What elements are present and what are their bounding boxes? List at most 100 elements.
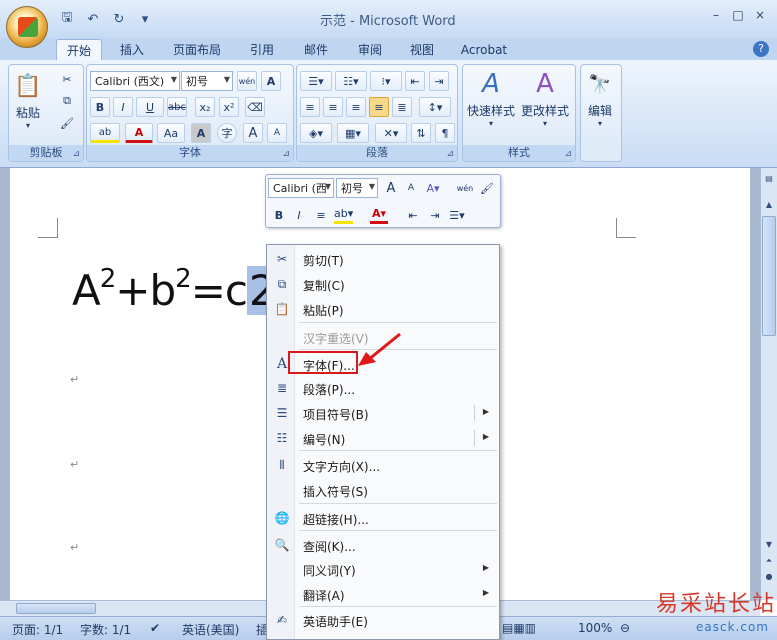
subscript-button[interactable]: x₂ [195, 97, 215, 117]
multilevel-list-icon[interactable]: ⁝▾ [370, 71, 402, 91]
cut-icon[interactable]: ✂ [57, 69, 77, 89]
font-launcher-icon[interactable]: ⊿ [282, 149, 290, 159]
redo-icon[interactable]: ↻ [108, 9, 130, 29]
italic-button[interactable]: I [113, 97, 133, 117]
mini-font-size-combo[interactable]: 初号 ▼ [336, 178, 378, 198]
minimize-button[interactable]: – [705, 6, 727, 24]
tab-insert[interactable]: 插入 [110, 39, 154, 60]
menu-item-text-direction[interactable]: ⦀ 文字方向(X)... [269, 453, 497, 477]
change-case-button[interactable]: Aa [157, 123, 185, 143]
character-shading-button[interactable]: A [191, 123, 211, 143]
shading-icon[interactable]: ◈▾ [300, 123, 332, 143]
font-color-button[interactable]: A [125, 123, 153, 143]
menu-item-paste[interactable]: 📋 粘贴(P) [269, 297, 497, 321]
formula-text[interactable]: A2+b2=c2 [72, 264, 277, 315]
menu-item-translate[interactable]: 翻译(A) ▶ [269, 582, 497, 606]
highlight-button[interactable]: ab [90, 123, 120, 143]
menu-item-numbering[interactable]: ☷ 编号(N) ▶ [269, 426, 497, 450]
menu-item-synonyms[interactable]: 同义词(Y) ▶ [269, 557, 497, 581]
menu-item-hyperlink[interactable]: 🌐 超链接(H)... [269, 506, 497, 530]
menu-item-paragraph[interactable]: ≣ 段落(P)... [269, 376, 497, 400]
sort-icon[interactable]: ⇅ [411, 123, 431, 143]
mini-highlight-icon[interactable]: ab▾ [334, 206, 354, 224]
increase-indent-icon[interactable]: ⇥ [429, 71, 449, 91]
tab-acrobat[interactable]: Acrobat [454, 39, 514, 60]
numbering-icon[interactable]: ☷▾ [335, 71, 367, 91]
menu-item-copy[interactable]: ⧉ 复制(C) [269, 272, 497, 296]
menu-item-cut[interactable]: ✂ 剪切(T) [269, 247, 497, 271]
justify-icon[interactable]: ≡ [369, 97, 389, 117]
mini-center-icon[interactable]: ≡ [312, 206, 330, 224]
mini-increase-indent-icon[interactable]: ⇥ [426, 206, 444, 224]
status-zoom[interactable]: 100% [578, 621, 612, 635]
quick-styles-button[interactable]: A 快速样式 ▾ [467, 69, 515, 128]
help-icon[interactable]: ? [753, 41, 769, 57]
enclose-characters-button[interactable]: 字 [217, 123, 237, 143]
shrink-font-button[interactable]: A [267, 123, 287, 143]
close-button[interactable]: × [749, 6, 771, 24]
clear-formatting-icon[interactable]: ⌫ [245, 97, 265, 117]
bullets-icon[interactable]: ☰▾ [300, 71, 332, 91]
mini-styles-icon[interactable]: A▾ [424, 179, 442, 197]
distributed-icon[interactable]: ≣ [392, 97, 412, 117]
qat-customize-button[interactable]: ▾ [134, 9, 156, 29]
phonetic-guide-button[interactable]: wén [237, 71, 257, 91]
mini-grow-font-button[interactable]: A [382, 179, 400, 197]
menu-item-english-assistant[interactable]: ✍ 英语助手(E) [269, 608, 497, 632]
tab-review[interactable]: 审阅 [348, 39, 392, 60]
decrease-indent-icon[interactable]: ⇤ [405, 71, 425, 91]
mini-font-name-combo[interactable]: Calibri (西 ▼ [268, 178, 334, 198]
bold-button[interactable]: B [90, 97, 110, 117]
align-center-icon[interactable]: ≡ [323, 97, 343, 117]
status-page[interactable]: 页面: 1/1 [12, 621, 63, 638]
tab-references[interactable]: 引用 [240, 39, 284, 60]
mini-font-color-icon[interactable]: A▾ [370, 206, 388, 224]
chinese-layout-icon[interactable]: ✕▾ [375, 123, 407, 143]
grow-font-button[interactable]: A [243, 123, 263, 143]
tab-home[interactable]: 开始 [56, 39, 102, 60]
mini-phonetic-button[interactable]: wén [456, 179, 474, 197]
format-painter-icon[interactable]: 🖌 [57, 113, 77, 133]
status-language[interactable]: 英语(美国) [182, 621, 239, 638]
paragraph-launcher-icon[interactable]: ⊿ [446, 149, 454, 159]
menu-item-bullets[interactable]: ☰ 项目符号(B) ▶ [269, 401, 497, 425]
mini-format-painter-icon[interactable]: 🖌 [478, 179, 496, 197]
menu-item-lookup[interactable]: 🔍 查阅(K)... [269, 533, 497, 557]
font-name-combo[interactable]: Calibri (西文) ▼ [90, 71, 180, 91]
select-browse-object-icon[interactable]: ● [762, 570, 776, 584]
clipboard-launcher-icon[interactable]: ⊿ [72, 149, 80, 159]
menu-item-insert-symbol[interactable]: 插入符号(S) [269, 478, 497, 502]
styles-launcher-icon[interactable]: ⊿ [564, 149, 572, 159]
mini-bullets-icon[interactable]: ☰▾ [448, 206, 466, 224]
zoom-out-icon[interactable]: ⊖ [620, 621, 630, 635]
mini-italic-button[interactable]: I [290, 206, 308, 224]
vertical-scrollbar[interactable]: ▤ ▲ ▼ ⏶ ● [760, 168, 777, 600]
underline-button[interactable]: U [136, 97, 164, 117]
status-word-count[interactable]: 字数: 1/1 [80, 621, 131, 638]
align-left-icon[interactable]: ≡ [300, 97, 320, 117]
ruler-toggle-icon[interactable]: ▤ [762, 172, 776, 186]
tab-mailings[interactable]: 邮件 [294, 39, 338, 60]
font-size-combo[interactable]: 初号 ▼ [181, 71, 233, 91]
mini-bold-button[interactable]: B [270, 206, 288, 224]
copy-icon[interactable]: ⧉ [57, 91, 77, 111]
superscript-button[interactable]: x² [219, 97, 239, 117]
proofing-icon[interactable]: ✔ [150, 621, 160, 635]
horizontal-scroll-thumb[interactable] [16, 603, 96, 614]
change-styles-button[interactable]: A 更改样式 ▾ [521, 69, 569, 128]
editing-button[interactable]: 🔭 编辑 ▾ [585, 69, 615, 129]
maximize-button[interactable]: □ [727, 6, 749, 24]
strikethrough-button[interactable]: abc [167, 97, 187, 117]
scroll-up-icon[interactable]: ▲ [762, 198, 776, 212]
previous-page-icon[interactable]: ⏶ [762, 554, 776, 568]
line-spacing-icon[interactable]: ↕▾ [419, 97, 451, 117]
character-border-button[interactable]: A [261, 71, 281, 91]
mini-decrease-indent-icon[interactable]: ⇤ [404, 206, 422, 224]
borders-icon[interactable]: ▦▾ [337, 123, 369, 143]
view-buttons-icon[interactable]: ▤▦▥ [502, 621, 536, 635]
paste-button[interactable]: 📋 粘贴 ▾ [13, 71, 43, 131]
align-right-icon[interactable]: ≡ [346, 97, 366, 117]
undo-icon[interactable]: ↶ [82, 9, 104, 29]
tab-view[interactable]: 视图 [400, 39, 444, 60]
show-marks-icon[interactable]: ¶ [435, 123, 455, 143]
